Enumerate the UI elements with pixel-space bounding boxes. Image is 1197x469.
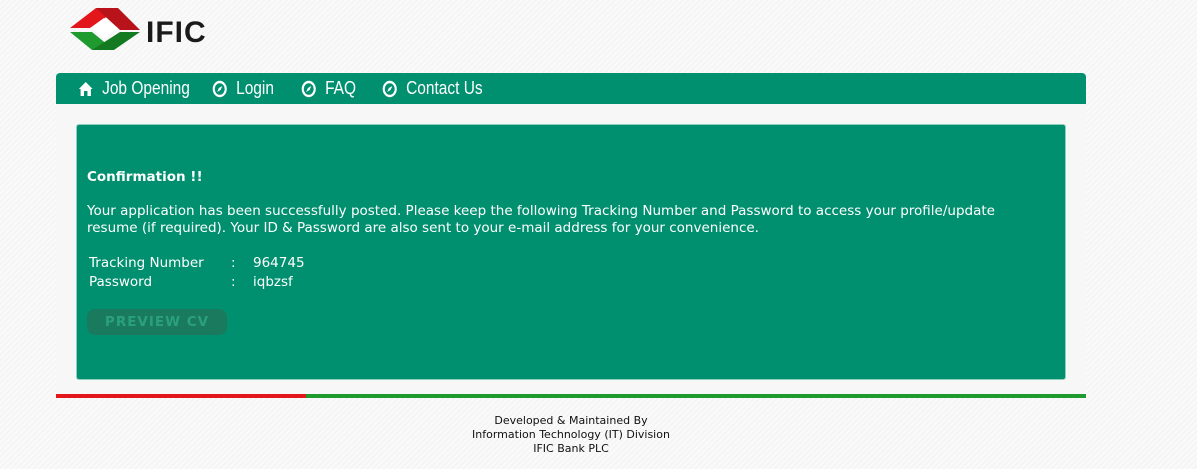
nav-faq-label: FAQ — [325, 78, 357, 98]
nav-job-opening[interactable]: Job Opening — [78, 78, 190, 99]
tracking-number-value: 964745 — [253, 255, 305, 271]
tracking-number-separator: : — [231, 255, 236, 271]
compass-icon — [382, 80, 397, 97]
nav-contact-us-label: Contact Us — [406, 78, 483, 98]
home-icon — [78, 81, 93, 96]
password-row: Password: iqbzsf — [89, 274, 293, 290]
footer-line-1: Developed & Maintained By — [494, 414, 648, 427]
main-navbar: Job Opening Login FAQ Contact Us — [56, 73, 1086, 104]
tracking-number-row: Tracking Number: 964745 — [89, 255, 305, 271]
nav-login[interactable]: Login — [212, 78, 274, 99]
nav-login-label: Login — [236, 78, 274, 98]
preview-cv-button[interactable]: PREVIEW CV — [87, 309, 227, 335]
footer-line-2: Information Technology (IT) Division — [472, 428, 670, 441]
footer-divider-green — [306, 394, 1086, 398]
compass-icon — [301, 80, 316, 97]
logo-mark-icon — [70, 8, 140, 50]
nav-job-opening-label: Job Opening — [102, 78, 190, 98]
footer-divider-red — [56, 394, 306, 398]
footer-line-3: IFIC Bank PLC — [533, 442, 609, 455]
content-area: Confirmation !! Your application has bee… — [56, 104, 1086, 394]
ific-logo[interactable]: IFIC — [68, 6, 208, 54]
logo-text: IFIC — [146, 16, 207, 49]
confirmation-message: Your application has been successfully p… — [87, 203, 995, 236]
tracking-number-label: Tracking Number — [89, 255, 204, 271]
password-label: Password — [89, 274, 153, 290]
confirmation-panel: Confirmation !! Your application has bee… — [76, 124, 1066, 380]
nav-faq[interactable]: FAQ — [301, 78, 356, 99]
password-separator: : — [231, 274, 236, 290]
confirmation-heading: Confirmation !! — [87, 169, 203, 185]
nav-contact-us[interactable]: Contact Us — [382, 78, 483, 99]
compass-icon — [212, 80, 227, 97]
password-value: iqbzsf — [253, 274, 293, 290]
page-footer: Developed & Maintained By Information Te… — [420, 414, 722, 456]
